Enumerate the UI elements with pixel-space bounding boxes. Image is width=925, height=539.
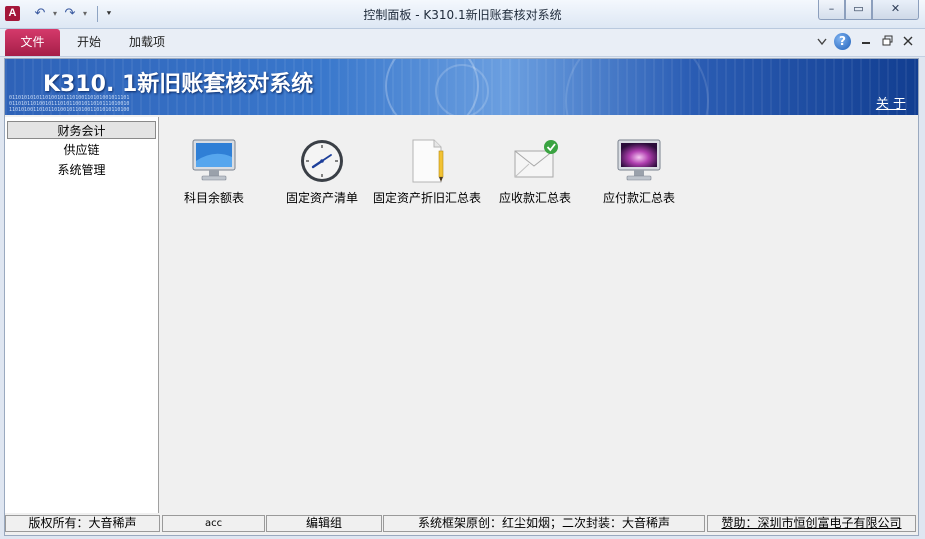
ribbon-minimize-icon[interactable] [814, 34, 830, 50]
header-banner: 0110101010110100101110100110101001011101… [5, 59, 918, 115]
mail-check-icon [511, 137, 559, 185]
title-bar: A ↶ ▾ ↷ ▾ ⯆ 控制面板 - K310.1新旧账套核对系统 – ▭ ✕ [0, 0, 925, 29]
tab-home[interactable]: 开始 [77, 29, 101, 56]
report-tile-receivables-summary[interactable]: 应收款汇总表 [480, 137, 590, 205]
report-tile-depreciation-summary[interactable]: 固定资产折旧汇总表 [372, 137, 482, 205]
ribbon: 文件 开始 加载项 ? [0, 29, 925, 57]
module-sidebar: 财务会计 供应链 系统管理 [5, 117, 159, 513]
report-tile-label: 固定资产清单 [285, 191, 358, 205]
window-title: 控制面板 - K310.1新旧账套核对系统 [363, 8, 562, 22]
status-group: 编辑组 [266, 515, 382, 532]
report-tile-label: 应收款汇总表 [498, 191, 571, 205]
status-user: acc [162, 515, 265, 532]
report-tile-label: 应付款汇总表 [602, 191, 675, 205]
help-icon[interactable]: ? [834, 33, 851, 50]
minimize-button[interactable]: – [818, 0, 845, 20]
document-pencil-icon [403, 137, 451, 185]
report-tile-label: 科目余额表 [183, 191, 244, 205]
clock-icon [298, 137, 346, 185]
report-tile-fixed-asset-list[interactable]: 固定资产清单 [267, 137, 377, 205]
doc-minimize-icon[interactable] [858, 34, 874, 50]
restore-button[interactable]: ▭ [845, 0, 872, 20]
banner-decoration [565, 59, 709, 115]
banner-decoration [435, 64, 489, 115]
monitor-icon [190, 137, 238, 185]
doc-close-icon[interactable] [900, 34, 916, 50]
report-tile-payables-summary[interactable]: 应付款汇总表 [584, 137, 694, 205]
sidebar-item-supply-chain[interactable]: 供应链 [7, 141, 156, 159]
report-panel: 科目余额表 固定资产清单 固定资产折旧汇总表 应收款汇总表 应付款汇总表 [160, 117, 918, 513]
doc-restore-icon[interactable] [879, 34, 895, 50]
status-credit: 系统框架原创：红尘如烟；二次封装：大音稀声 [383, 515, 705, 532]
report-tile-label: 固定资产折旧汇总表 [372, 191, 481, 205]
tab-addins[interactable]: 加载项 [129, 29, 165, 56]
monitor-galaxy-icon [615, 137, 663, 185]
close-button[interactable]: ✕ [872, 0, 919, 20]
sidebar-item-finance[interactable]: 财务会计 [7, 121, 156, 139]
tab-file[interactable]: 文件 [5, 29, 60, 56]
sponsor-link[interactable]: 赞助：深圳市恒创富电子有限公司 [707, 515, 916, 532]
about-link[interactable]: 关 于 [876, 93, 906, 112]
report-tile-account-balance[interactable]: 科目余额表 [159, 137, 269, 205]
status-copyright: 版权所有：大音稀声 [5, 515, 160, 532]
status-bar: 版权所有：大音稀声 acc 编辑组 系统框架原创：红尘如烟；二次封装：大音稀声 … [5, 515, 918, 535]
page-title: K310. 1新旧账套核对系统 [43, 72, 314, 97]
sidebar-item-system-management[interactable]: 系统管理 [7, 161, 156, 179]
